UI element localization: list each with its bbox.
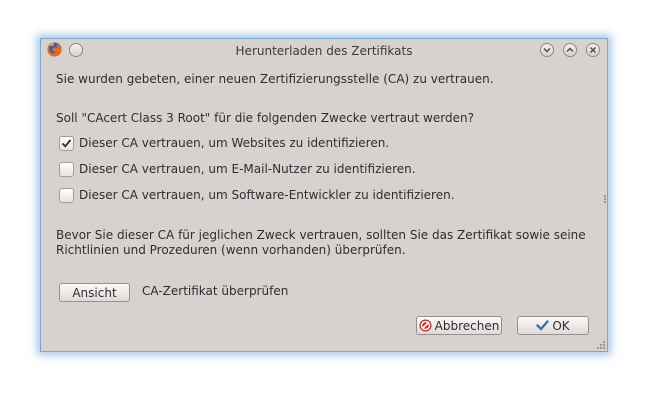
chevron-down-icon [543,48,551,53]
cancel-button[interactable]: Abbrechen [416,316,502,335]
ok-button[interactable]: OK [517,316,589,335]
resize-edge-dots [604,195,606,203]
maximize-button[interactable] [563,43,577,57]
ok-button-label: OK [552,318,570,333]
trust-websites-label[interactable]: Dieser CA vertrauen, um Websites zu iden… [79,136,389,150]
trust-software-label[interactable]: Dieser CA vertrauen, um Software-Entwick… [79,188,455,202]
cancel-button-label: Abbrechen [434,318,500,333]
intro-text: Sie wurden gebeten, einer neuen Zertifiz… [56,72,494,86]
cancel-icon [419,319,432,332]
trust-software-checkbox[interactable] [59,188,74,203]
checkmark-icon [61,139,72,148]
certificate-download-dialog: Herunterladen des Zertifikats Sie wurden… [40,38,608,352]
window-title: Herunterladen des Zertifikats [235,44,413,58]
advice-text-line2: Richtlinien und Prozeduren (wenn vorhand… [56,243,406,257]
view-certificate-label: CA-Zertifikat überprüfen [142,284,289,298]
minimize-button[interactable] [540,43,554,57]
resize-grip-icon[interactable] [597,341,605,349]
trust-email-label[interactable]: Dieser CA vertrauen, um E-Mail-Nutzer zu… [79,162,416,176]
trust-email-checkbox[interactable] [59,162,74,177]
trust-question: Soll "CAcert Class 3 Root" für die folge… [56,111,474,125]
trust-websites-checkbox[interactable] [59,136,74,151]
view-button[interactable]: Ansicht [59,283,130,302]
advice-text-line1: Bevor Sie dieser CA für jeglichen Zweck … [56,228,586,242]
close-icon [590,47,596,53]
chevron-up-icon [566,47,574,52]
close-button[interactable] [586,43,600,57]
title-bar[interactable]: Herunterladen des Zertifikats [41,39,607,61]
checkmark-icon [536,320,550,331]
